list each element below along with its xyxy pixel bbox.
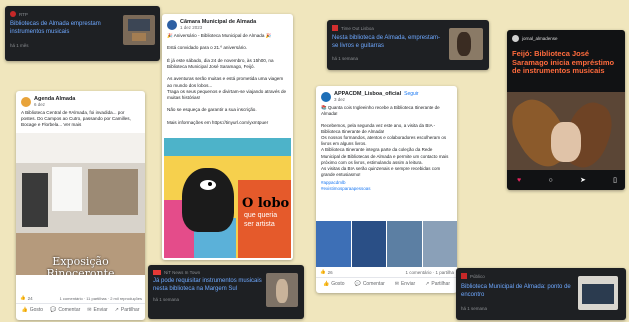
share-icon: ↗ — [425, 281, 430, 287]
action-bar: 👍 Gosto 💬 Comentar ✉ Enviar ↗ Partilhar — [16, 303, 145, 316]
comment-button[interactable]: 💬 Comentar — [355, 281, 385, 287]
account-name[interactable]: jornal_almadense — [522, 36, 558, 41]
poster-subtitle-1: que queria — [244, 212, 278, 219]
post-meta: 1 dez 2023 — [180, 25, 203, 30]
news-thumbnail — [266, 273, 298, 307]
page-avatar — [21, 96, 31, 107]
news-source: Time Out Lisboa — [341, 25, 374, 31]
news-source: Público — [470, 273, 485, 279]
facebook-post-agenda: Agenda Almada 6 dez A Biblioteca Central… — [16, 91, 145, 320]
comment-icon[interactable]: ○ — [548, 177, 552, 184]
post-stats: 1 comentário · 11 partilhas · 2 mil repr… — [59, 295, 142, 301]
nit-logo-icon — [153, 270, 161, 275]
bookmark-icon[interactable]: ▯ — [613, 176, 617, 184]
publico-logo-icon — [461, 273, 467, 279]
like-reaction-icon: 👍 — [320, 269, 326, 274]
share-button[interactable]: ↗ Partilhar — [425, 281, 450, 287]
comment-icon: 💬 — [354, 281, 361, 287]
news-card-timeout[interactable]: Time Out Lisboa Nesta biblioteca de Alma… — [327, 20, 489, 70]
send-icon: ✉ — [87, 307, 92, 313]
thumbs-up-icon: 👍 — [323, 281, 330, 287]
send-icon: ✉ — [394, 281, 399, 287]
overlay-text-2: Rinoceronte — [46, 267, 115, 275]
news-thumbnail — [578, 276, 618, 310]
news-headline[interactable]: Biblioteca Municipal de Almada: ponto de… — [461, 284, 573, 300]
post-body: 📚 Quanta cois Ingleeinho recebe a Biblio… — [321, 105, 449, 177]
like-button[interactable]: 👍 Gosto — [22, 307, 44, 313]
like-reaction-icon: 👍 — [20, 295, 26, 300]
comment-icon: 💬 — [50, 307, 57, 313]
news-thumbnail — [123, 15, 155, 45]
facebook-post-cma: Câmara Municipal de Almada 1 dez 2023 🎉 … — [162, 14, 293, 260]
poster-subtitle-2: ser artista — [244, 221, 275, 228]
rtp-logo-icon — [10, 11, 16, 17]
news-headline[interactable]: Nesta biblioteca de Almada, emprestam-se… — [332, 35, 444, 51]
send-button[interactable]: ✉ Enviar — [87, 307, 107, 313]
timeout-logo-icon — [332, 25, 338, 31]
instagram-post-jornal: jornal_almadense Feijó: Biblioteca José … — [507, 30, 625, 190]
post-meta: 6 dez — [34, 102, 46, 107]
reaction-count: 24 — [27, 295, 33, 301]
poster-title: O lobo — [242, 196, 290, 211]
photo-grid — [316, 221, 457, 267]
post-body: 🎉 Aniversário - Biblioteca Municipal de … — [167, 33, 287, 125]
post-photo: Exposição Rinoceronte — [16, 133, 145, 275]
reaction-count: 26 — [327, 269, 333, 275]
comment-button[interactable]: 💬 Comentar — [50, 307, 80, 313]
facebook-post-appacdm: APPACDM_Lisboa_oficial Seguir 3 dez 📚 Qua… — [316, 86, 457, 293]
share-icon[interactable]: ➤ — [580, 176, 586, 184]
heart-icon[interactable]: ♥ — [517, 177, 521, 184]
post-stats: 1 comentário · 1 partilha — [405, 269, 454, 275]
news-card-rtp[interactable]: RTP Bibliotecas de Almada emprestam inst… — [5, 6, 160, 61]
follow-button[interactable]: Seguir — [404, 91, 418, 97]
wolf-illustration — [182, 168, 234, 232]
share-icon: ↗ — [114, 307, 119, 313]
event-poster: O lobo que queria ser artista — [164, 138, 291, 258]
post-meta: 3 dez — [334, 97, 346, 102]
post-hashtags[interactable]: #appacdmlb #existimosparaapessoas — [321, 180, 452, 192]
thumbs-up-icon: 👍 — [21, 307, 28, 313]
page-avatar — [321, 91, 331, 102]
share-button[interactable]: ↗ Partilhar — [115, 307, 140, 313]
action-bar: 👍 Gosto 💬 Comentar ✉ Enviar ↗ Partilhar — [316, 277, 457, 290]
news-source: RTP — [19, 11, 28, 17]
news-headline[interactable]: Bibliotecas de Almada emprestam instrume… — [10, 21, 118, 37]
send-button[interactable]: ✉ Enviar — [395, 281, 415, 287]
news-source: NiT News In Town — [164, 270, 201, 275]
post-headline: Feijó: Biblioteca José Saramago inicia e… — [512, 49, 615, 76]
news-thumbnail — [449, 28, 483, 60]
news-card-publico[interactable]: Público Biblioteca Municipal de Almada: … — [456, 268, 626, 320]
page-avatar — [167, 19, 177, 30]
like-button[interactable]: 👍 Gosto — [323, 281, 345, 287]
account-avatar — [512, 35, 519, 42]
news-card-nit[interactable]: NiT News In Town Já pode requisitar inst… — [148, 265, 304, 319]
post-body: A Biblioteca Central de #Almada, foi inv… — [21, 110, 131, 128]
news-headline[interactable]: Já pode requisitar instrumentos musicais… — [153, 278, 263, 294]
post-photo — [507, 92, 625, 170]
